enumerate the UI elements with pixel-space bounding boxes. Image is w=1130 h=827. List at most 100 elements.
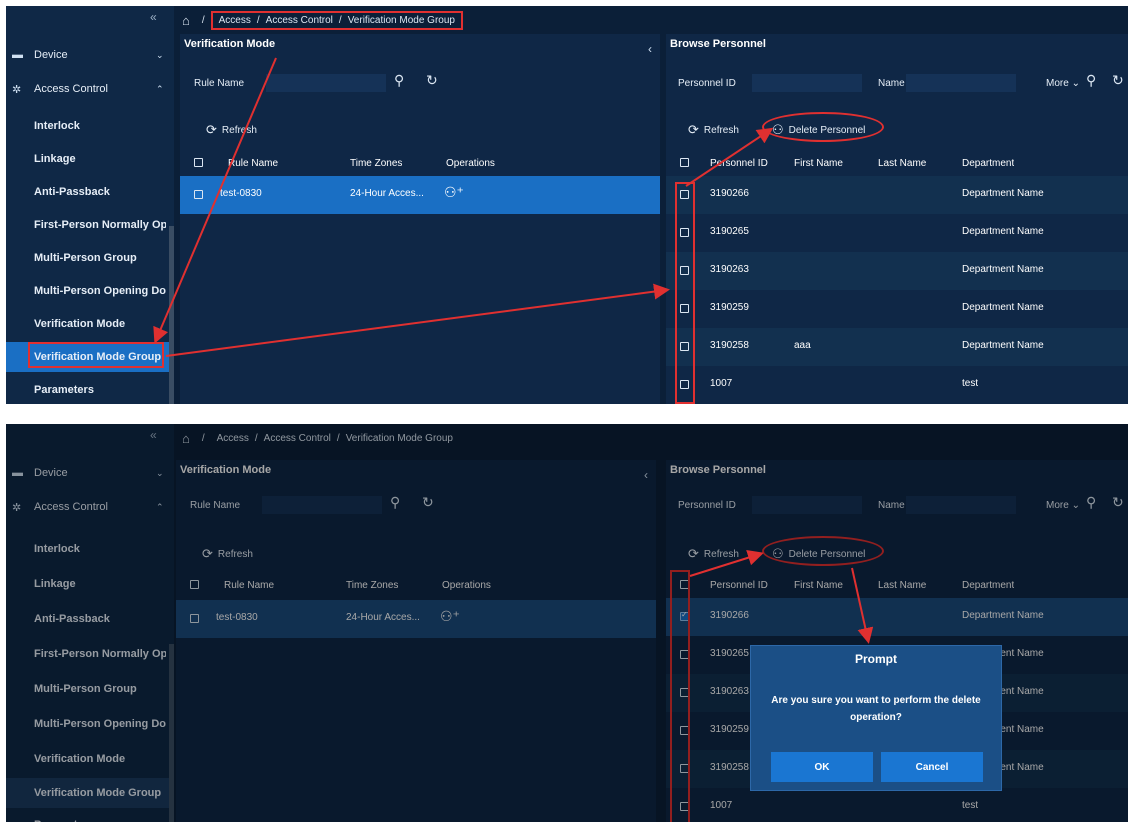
sidebar-group-access-control[interactable]: ✲ Access Control ⌃: [6, 492, 174, 522]
name-input[interactable]: [906, 74, 1016, 92]
sidebar-item-first-person[interactable]: First-Person Normally Open: [6, 210, 174, 240]
annotation-box-sidebar: [28, 342, 164, 368]
refresh-button[interactable]: ⟳ Refresh: [206, 122, 257, 138]
ok-button[interactable]: OK: [771, 752, 873, 782]
sidebar-item-multi-person-opening[interactable]: Multi-Person Opening Door: [6, 709, 174, 739]
table-row[interactable]: 3190266 Department Name: [666, 176, 1128, 214]
sidebar-item-multi-person-group[interactable]: Multi-Person Group: [6, 243, 174, 273]
sidebar-item-anti-passback[interactable]: Anti-Passback: [6, 604, 174, 634]
reset-icon[interactable]: ↻: [422, 494, 434, 511]
breadcrumb: ⌂ / Access / Access Control / Verificati…: [182, 428, 459, 448]
sidebar-item-multi-person-opening[interactable]: Multi-Person Opening Door: [6, 276, 174, 306]
rule-name-label: Rule Name: [190, 500, 241, 511]
reset-icon[interactable]: ↻: [1112, 72, 1124, 89]
search-icon[interactable]: ⚲: [1086, 494, 1096, 511]
select-all-checkbox[interactable]: [680, 158, 689, 167]
sidebar-group-device[interactable]: ▬ Device ⌄: [6, 458, 174, 488]
sidebar-item-first-person[interactable]: First-Person Normally Open: [6, 639, 174, 669]
more-button[interactable]: More ⌄: [1046, 78, 1080, 89]
collapse-sidebar-icon[interactable]: «: [150, 10, 157, 24]
annotation-box-checkboxes: [670, 570, 690, 822]
annotation-box-checkboxes: [675, 182, 695, 404]
table-row[interactable]: 3190266 Department Name: [666, 598, 1128, 636]
refresh-button[interactable]: ⟳ Refresh: [688, 546, 739, 562]
row-checkbox[interactable]: [194, 190, 203, 199]
table-row[interactable]: 3190259 Department Name: [666, 290, 1128, 328]
sidebar-group-access-control[interactable]: ✲ Access Control ⌃: [6, 74, 174, 104]
table-row[interactable]: 3190265 Department Name: [666, 214, 1128, 252]
sidebar-item-linkage[interactable]: Linkage: [6, 144, 174, 174]
name-input[interactable]: [906, 496, 1016, 514]
rule-name-label: Rule Name: [194, 78, 245, 89]
sidebar-item-parameters[interactable]: Parameters: [6, 810, 174, 822]
screenshot-step-2: « ▬ Device ⌄ ✲ Access Control ⌃ Interloc…: [6, 424, 1128, 822]
gear-icon: ✲: [12, 501, 22, 514]
table-row[interactable]: test-0830 24-Hour Acces... ⚇⁺: [180, 176, 660, 214]
refresh-button[interactable]: ⟳ Refresh: [688, 122, 739, 138]
sidebar-item-verification-mode[interactable]: Verification Mode: [6, 744, 174, 774]
collapse-panel-icon[interactable]: ‹: [644, 468, 648, 482]
table-row[interactable]: test-0830 24-Hour Acces... ⚇⁺: [176, 600, 656, 638]
rule-name-input[interactable]: [266, 74, 386, 92]
sidebar-item-verification-mode-group[interactable]: Verification Mode Group: [6, 778, 174, 808]
chevron-up-icon: ⌃: [156, 83, 164, 94]
sidebar-item-interlock[interactable]: Interlock: [6, 534, 174, 564]
delete-confirm-dialog: Prompt Are you sure you want to perform …: [750, 645, 1002, 791]
home-icon[interactable]: ⌂: [182, 13, 190, 28]
breadcrumb-current: Verification Mode Group: [345, 432, 453, 444]
personnel-id-input[interactable]: [752, 496, 862, 514]
table-row[interactable]: 1007 test: [666, 788, 1128, 822]
search-icon[interactable]: ⚲: [1086, 72, 1096, 89]
sidebar-scrollbar[interactable]: [169, 644, 174, 822]
breadcrumb-access-control[interactable]: Access Control: [264, 433, 331, 444]
table-row[interactable]: 3190258 aaa Department Name: [666, 328, 1128, 366]
sidebar-group-device[interactable]: ▬ Device ⌄: [6, 40, 174, 70]
search-icon[interactable]: ⚲: [394, 72, 404, 89]
collapse-panel-icon[interactable]: ‹: [648, 42, 652, 56]
add-personnel-icon[interactable]: ⚇⁺: [440, 608, 460, 625]
breadcrumb-access[interactable]: Access: [219, 15, 251, 26]
home-icon[interactable]: ⌂: [182, 431, 190, 446]
sidebar-item-linkage[interactable]: Linkage: [6, 569, 174, 599]
sidebar-item-verification-mode[interactable]: Verification Mode: [6, 309, 174, 339]
device-icon: ▬: [12, 49, 23, 61]
reset-icon[interactable]: ↻: [426, 72, 438, 89]
sidebar-scrollbar[interactable]: [169, 226, 174, 404]
name-label: Name: [878, 78, 905, 89]
refresh-icon: ⟳: [688, 122, 699, 137]
panel-title: Browse Personnel: [670, 38, 766, 50]
more-button[interactable]: More ⌄: [1046, 500, 1080, 511]
select-all-checkbox[interactable]: [194, 158, 203, 167]
reset-icon[interactable]: ↻: [1112, 494, 1124, 511]
table-header: Personnel ID First Name Last Name Depart…: [666, 572, 1128, 598]
chevron-down-icon: ⌄: [1071, 78, 1080, 89]
sidebar: « ▬ Device ⌄ ✲ Access Control ⌃ Interloc…: [6, 6, 174, 404]
refresh-icon: ⟳: [688, 546, 699, 561]
table-row[interactable]: 1007 test: [666, 366, 1128, 404]
personnel-id-input[interactable]: [752, 74, 862, 92]
chevron-down-icon: ⌄: [1071, 500, 1080, 511]
sidebar-item-multi-person-group[interactable]: Multi-Person Group: [6, 674, 174, 704]
sidebar-item-anti-passback[interactable]: Anti-Passback: [6, 177, 174, 207]
search-icon[interactable]: ⚲: [390, 494, 400, 511]
annotation-oval-delete: [762, 536, 884, 566]
breadcrumb-access[interactable]: Access: [217, 433, 249, 444]
screenshot-step-1: « ▬ Device ⌄ ✲ Access Control ⌃ Interloc…: [6, 6, 1128, 404]
cancel-button[interactable]: Cancel: [881, 752, 983, 782]
refresh-button[interactable]: ⟳ Refresh: [202, 546, 253, 562]
sidebar-item-parameters[interactable]: Parameters: [6, 375, 174, 404]
rule-name-input[interactable]: [262, 496, 382, 514]
row-checkbox[interactable]: [190, 614, 199, 623]
gear-icon: ✲: [12, 83, 22, 96]
table-header: Rule Name Time Zones Operations: [176, 572, 656, 598]
add-personnel-icon[interactable]: ⚇⁺: [444, 184, 464, 201]
breadcrumb-access-control[interactable]: Access Control: [266, 15, 333, 26]
select-all-checkbox[interactable]: [190, 580, 199, 589]
table-row[interactable]: 3190263 Department Name: [666, 252, 1128, 290]
sidebar-item-interlock[interactable]: Interlock: [6, 111, 174, 141]
breadcrumb-current: Verification Mode Group: [347, 14, 455, 26]
collapse-sidebar-icon[interactable]: «: [150, 428, 157, 442]
personnel-id-label: Personnel ID: [678, 78, 736, 89]
verification-mode-panel: Verification Mode ‹ Rule Name ⚲ ↻ ⟳ Refr…: [180, 34, 660, 404]
chevron-down-icon: ⌄: [156, 467, 164, 478]
